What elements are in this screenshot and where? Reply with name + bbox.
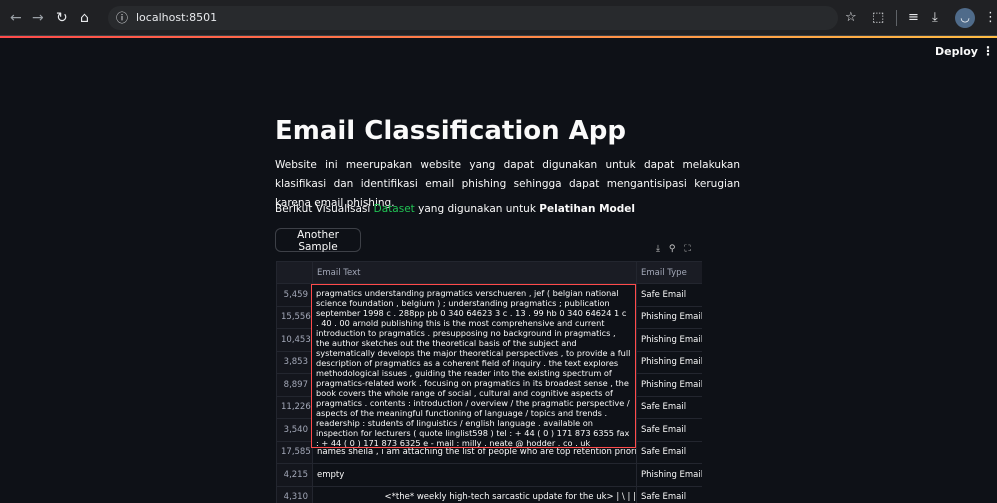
- address-bar[interactable]: ⓘ localhost:8501: [108, 6, 838, 30]
- row-index: 11,226: [276, 395, 313, 419]
- forward-arrow-icon[interactable]: →: [32, 9, 44, 27]
- row-index: 3,540: [276, 418, 313, 442]
- browser-toolbar: ← → ↻ ⌂ ⓘ localhost:8501 ☆ ⬚ ≡ ⤓ ◡ ⋮: [0, 0, 997, 36]
- email-text-cell[interactable]: empty: [312, 463, 637, 487]
- email-type-cell[interactable]: Safe Email: [636, 283, 702, 307]
- column-header-email-type[interactable]: Email Type: [636, 261, 702, 284]
- reading-list-icon[interactable]: ≡: [908, 9, 919, 27]
- email-type-cell[interactable]: Phishing Email: [636, 373, 702, 397]
- info-icon[interactable]: ⓘ: [116, 9, 128, 26]
- column-header-email-text[interactable]: Email Text: [312, 261, 637, 284]
- intro-bold: Pelatihan Model: [539, 203, 635, 215]
- column-header-index[interactable]: [276, 261, 313, 284]
- intro-middle: yang digunakan untuk: [418, 203, 536, 215]
- email-type-cell[interactable]: Safe Email: [636, 440, 702, 464]
- email-type-cell[interactable]: Phishing Email: [636, 350, 702, 374]
- kebab-menu-icon[interactable]: ⋮: [982, 44, 994, 58]
- download-icon[interactable]: ⤓: [932, 9, 938, 27]
- table-row[interactable]: 4,310 <*the* weekly high-tech sarcastic …: [276, 485, 702, 503]
- fullscreen-icon[interactable]: ⛶: [684, 244, 690, 254]
- email-text-cell[interactable]: <*the* weekly high-tech sarcastic update…: [312, 485, 637, 503]
- dataset-link[interactable]: Dataset: [374, 203, 415, 215]
- row-index: 8,897: [276, 373, 313, 397]
- another-sample-button[interactable]: Another Sample: [275, 228, 361, 253]
- table-header-row: Email Text Email Type: [276, 261, 702, 284]
- row-index: 15,556: [276, 305, 313, 329]
- home-icon[interactable]: ⌂: [80, 9, 89, 27]
- download-icon[interactable]: ⤓: [656, 244, 660, 254]
- page-title: Email Classification App: [275, 116, 627, 146]
- more-icon[interactable]: ⋮: [984, 9, 997, 27]
- table-row[interactable]: 4,215 empty Phishing Email: [276, 463, 702, 487]
- extensions-icon[interactable]: ⬚: [872, 9, 884, 27]
- row-index: 5,459: [276, 283, 313, 307]
- reload-icon[interactable]: ↻: [56, 9, 68, 27]
- row-index: 3,853: [276, 350, 313, 374]
- row-index: 4,215: [276, 463, 313, 487]
- email-type-cell[interactable]: Phishing Email: [636, 328, 702, 352]
- email-type-cell[interactable]: Phishing Email: [636, 463, 702, 487]
- dataframe-toolbar: ⤓ ⚲ ⛶: [656, 244, 697, 254]
- toolbar-divider: [896, 10, 897, 26]
- row-index: 10,453: [276, 328, 313, 352]
- row-index: 17,585: [276, 440, 313, 464]
- back-arrow-icon[interactable]: ←: [10, 9, 22, 27]
- row-index: 4,310: [276, 485, 313, 503]
- search-icon[interactable]: ⚲: [669, 244, 676, 254]
- email-type-cell[interactable]: Phishing Email: [636, 305, 702, 329]
- expanded-cell-overlay[interactable]: pragmatics understanding pragmatics vers…: [311, 284, 636, 448]
- intro-prefix: Berikut Visualisasi: [275, 203, 371, 215]
- star-icon[interactable]: ☆: [845, 9, 857, 27]
- email-type-cell[interactable]: Safe Email: [636, 485, 702, 503]
- dataset-intro: Berikut Visualisasi Dataset yang digunak…: [275, 203, 635, 215]
- email-type-cell[interactable]: Safe Email: [636, 418, 702, 442]
- streamlit-header-decoration: [0, 36, 997, 38]
- email-type-cell[interactable]: Safe Email: [636, 395, 702, 419]
- deploy-button[interactable]: Deploy: [935, 45, 978, 58]
- profile-icon[interactable]: ◡: [955, 8, 975, 28]
- url-text[interactable]: localhost:8501: [136, 11, 217, 24]
